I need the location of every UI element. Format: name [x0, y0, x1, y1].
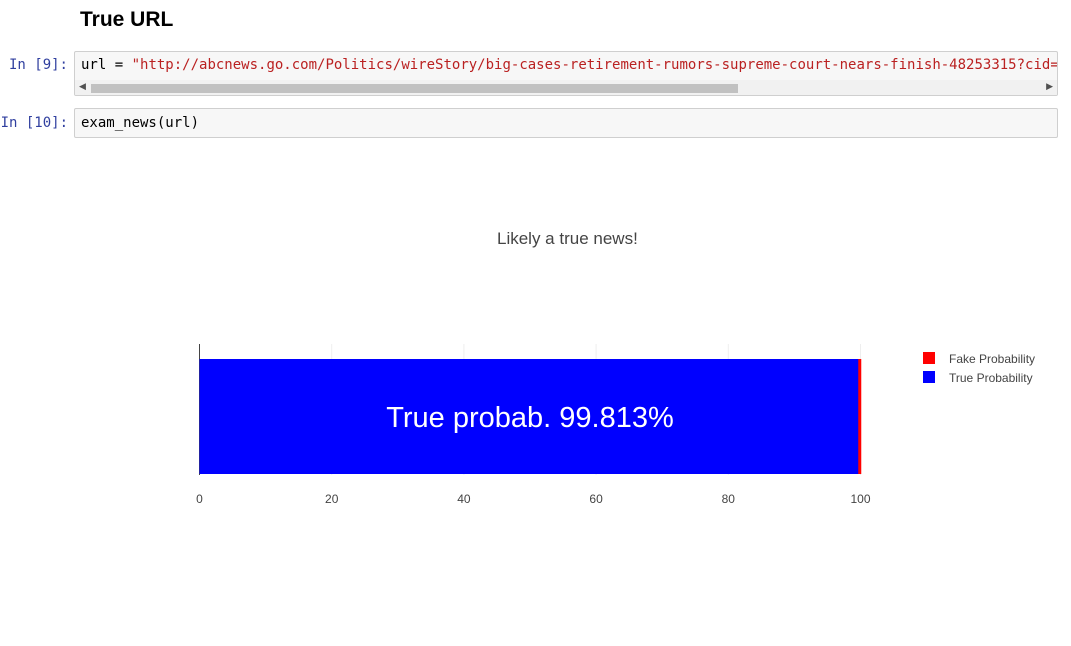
x-tick-label: 100	[850, 492, 870, 506]
x-tick-label: 80	[722, 492, 736, 506]
x-tick-label: 0	[196, 492, 203, 506]
x-tick-label: 60	[589, 492, 603, 506]
x-tick-labels: 0 20 40 60 80 100	[196, 492, 871, 506]
legend-swatch[interactable]	[923, 371, 935, 383]
legend-swatch[interactable]	[923, 352, 935, 364]
probability-chart: 0 20 40 60 80 100 Fake Probability True Probab…	[196, 344, 1035, 506]
x-tick-label: 40	[457, 492, 471, 506]
legend-label[interactable]: Fake Probability	[949, 352, 1035, 366]
bar-fake-probability-edge	[858, 359, 862, 474]
legend: Fake Probability True Probability	[923, 352, 1035, 385]
legend-label[interactable]: True Probability	[949, 371, 1033, 385]
x-tick-label: 20	[325, 492, 339, 506]
bar-annotation: True probab. 99.813%	[386, 402, 674, 434]
